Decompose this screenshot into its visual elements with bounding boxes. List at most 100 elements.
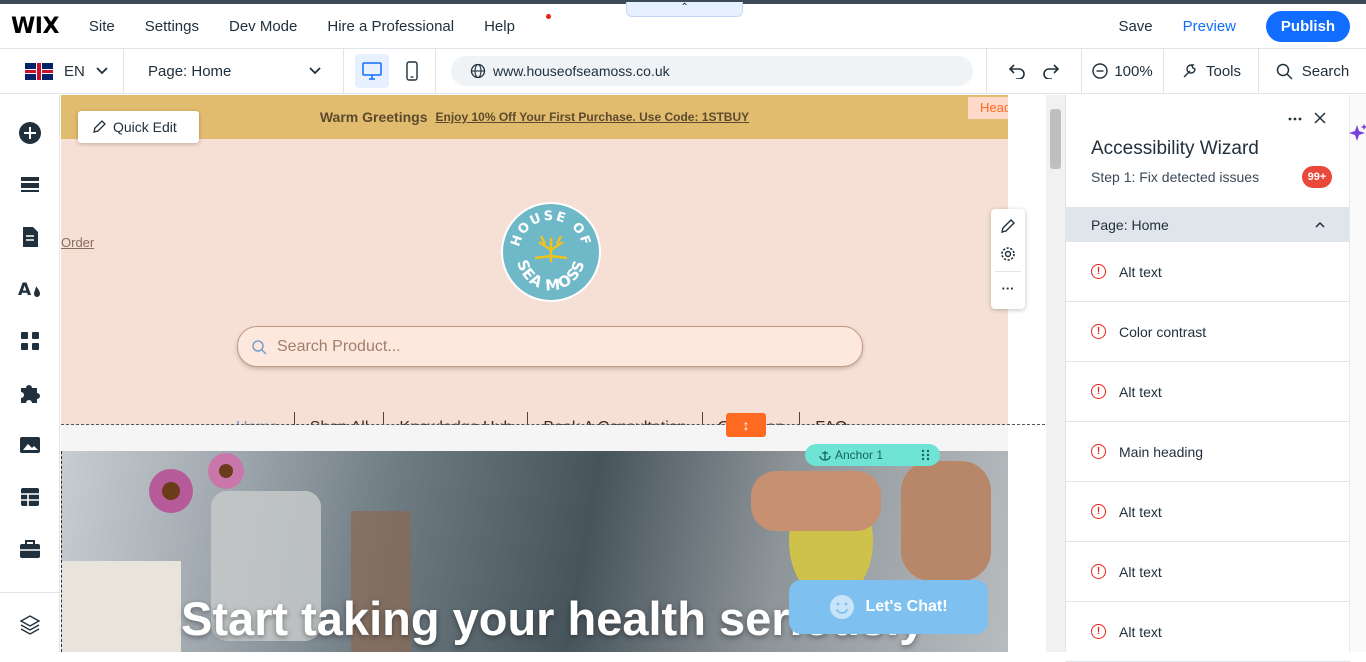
menu-hire-professional[interactable]: Hire a Professional: [327, 18, 454, 35]
warning-icon: !: [1091, 444, 1106, 459]
menu-site[interactable]: Site: [89, 18, 115, 35]
chat-button[interactable]: Let's Chat!: [789, 580, 988, 634]
issue-item[interactable]: ! Alt text: [1066, 482, 1350, 542]
accessibility-panel: Accessibility Wizard Step 1: Fix detecte…: [1065, 95, 1350, 662]
mobile-view-button[interactable]: [395, 61, 429, 81]
banner-promo-link[interactable]: Enjoy 10% Off Your First Purchase. Use C…: [435, 110, 749, 124]
save-button[interactable]: Save: [1118, 18, 1152, 35]
page-section-header[interactable]: Page: Home: [1066, 207, 1350, 242]
add-elements-button[interactable]: [18, 121, 42, 145]
desktop-view-button[interactable]: [355, 54, 389, 88]
warning-icon: !: [1091, 324, 1106, 339]
apps-button[interactable]: [18, 329, 42, 353]
sidebar-divider: [0, 592, 60, 593]
issue-item[interactable]: ! Main heading: [1066, 422, 1350, 482]
sections-button[interactable]: [18, 173, 42, 197]
cms-button[interactable]: [18, 485, 42, 509]
pages-button[interactable]: [18, 225, 42, 249]
issue-item[interactable]: ! Alt text: [1066, 242, 1350, 302]
more-actions-button[interactable]: ···: [991, 281, 1025, 296]
site-url-bar[interactable]: www.houseofseamoss.co.uk: [451, 56, 973, 86]
issue-label: Alt text: [1119, 383, 1162, 400]
warning-icon: !: [1091, 264, 1106, 279]
section-resize-handle[interactable]: ↕: [726, 413, 766, 437]
warning-icon: !: [1091, 564, 1106, 579]
site-preview: Warm Greetings Enjoy 10% Off Your First …: [61, 95, 1008, 652]
search-icon: [252, 339, 267, 355]
settings-gear-icon[interactable]: [1000, 246, 1016, 262]
zoom-control[interactable]: 100%: [1082, 49, 1164, 93]
site-url: www.houseofseamoss.co.uk: [493, 63, 670, 79]
promo-banner[interactable]: Warm Greetings Enjoy 10% Off Your First …: [61, 95, 1008, 139]
section-boundary: [61, 424, 1065, 425]
ai-sparkle-icon[interactable]: [1349, 123, 1366, 143]
menu-settings[interactable]: Settings: [145, 18, 199, 35]
svg-text:SEA MOSS: SEA MOSS: [513, 257, 588, 294]
search-button[interactable]: Search: [1259, 49, 1366, 93]
device-switcher: [344, 49, 436, 93]
issue-item[interactable]: ! Alt text: [1066, 362, 1350, 422]
chevron-down-icon: [309, 67, 321, 75]
drag-handle-icon[interactable]: [921, 449, 931, 461]
portfolio-button[interactable]: [18, 537, 42, 561]
header-tag[interactable]: Head: [968, 97, 1008, 119]
search-icon: [1276, 63, 1293, 80]
anchor-icon: [819, 451, 831, 461]
redo-icon[interactable]: [1042, 63, 1060, 79]
smiley-icon: [830, 595, 855, 619]
layers-button[interactable]: [18, 613, 42, 637]
design-button[interactable]: A: [18, 277, 42, 301]
collapse-topbar-button[interactable]: ⌃: [626, 2, 743, 17]
layers-icon: [19, 615, 41, 635]
chat-label: Let's Chat!: [865, 598, 948, 615]
preview-button[interactable]: Preview: [1183, 18, 1236, 35]
issue-item[interactable]: ! Alt text: [1066, 542, 1350, 602]
right-rail: [1349, 95, 1366, 652]
product-search-input[interactable]: Search Product...: [237, 326, 863, 367]
issue-item[interactable]: ! Color contrast: [1066, 302, 1350, 362]
tools-button[interactable]: Tools: [1164, 49, 1259, 93]
issue-label: Alt text: [1119, 623, 1162, 640]
quick-edit-button[interactable]: Quick Edit: [78, 111, 199, 143]
media-button[interactable]: [18, 433, 42, 457]
quick-edit-label: Quick Edit: [113, 119, 177, 135]
left-sidebar: A: [0, 95, 60, 652]
more-options-icon[interactable]: [1287, 116, 1303, 122]
language-selector[interactable]: EN: [0, 49, 124, 93]
publish-button[interactable]: Publish: [1266, 11, 1350, 42]
uk-flag-icon: [25, 62, 53, 80]
panel-subtitle: Step 1: Fix detected issues: [1091, 169, 1260, 185]
top-bar: WIX Site Settings Dev Mode Hire a Profes…: [0, 0, 1366, 49]
page-section-label: Page: Home: [1091, 216, 1169, 233]
notification-dot: [545, 13, 551, 19]
anchor-badge[interactable]: Anchor 1: [805, 444, 940, 466]
language-label: EN: [64, 62, 85, 80]
business-apps-button[interactable]: [18, 381, 42, 405]
close-icon[interactable]: [1314, 112, 1326, 124]
top-actions: Save Preview Publish: [1118, 11, 1366, 42]
undo-icon[interactable]: [1008, 63, 1026, 79]
edit-pencil-icon[interactable]: [1000, 218, 1016, 234]
menu-help[interactable]: Help: [484, 13, 551, 35]
canvas-scrollbar[interactable]: [1046, 95, 1065, 652]
search-placeholder: Search Product...: [277, 337, 401, 355]
page-selector[interactable]: Page: Home: [124, 49, 344, 93]
top-menu: Site Settings Dev Mode Hire a Profession…: [89, 13, 575, 35]
page-selector-label: Page: Home: [148, 62, 232, 80]
menu-dev-mode[interactable]: Dev Mode: [229, 18, 297, 35]
apps-grid-icon: [21, 332, 39, 350]
zoom-out-icon: [1092, 63, 1109, 79]
wix-logo[interactable]: WIX: [11, 14, 59, 39]
issue-label: Alt text: [1119, 503, 1162, 520]
scroll-thumb[interactable]: [1050, 109, 1061, 169]
menu-help-label: Help: [484, 17, 515, 35]
order-link[interactable]: Order: [61, 235, 94, 250]
issue-label: Color contrast: [1119, 323, 1207, 340]
house-of-sea-moss-logo[interactable]: HOUSE OF SEA MOSS: [501, 202, 601, 302]
issue-item[interactable]: ! Alt text: [1066, 602, 1350, 662]
warning-icon: !: [1091, 624, 1106, 639]
editor-canvas[interactable]: Warm Greetings Enjoy 10% Off Your First …: [61, 95, 1065, 652]
seaweed-icon: [534, 235, 568, 262]
site-header[interactable]: Order HOUSE OF SEA MOSS Search Product..…: [61, 139, 1008, 444]
briefcase-icon: [20, 540, 40, 558]
